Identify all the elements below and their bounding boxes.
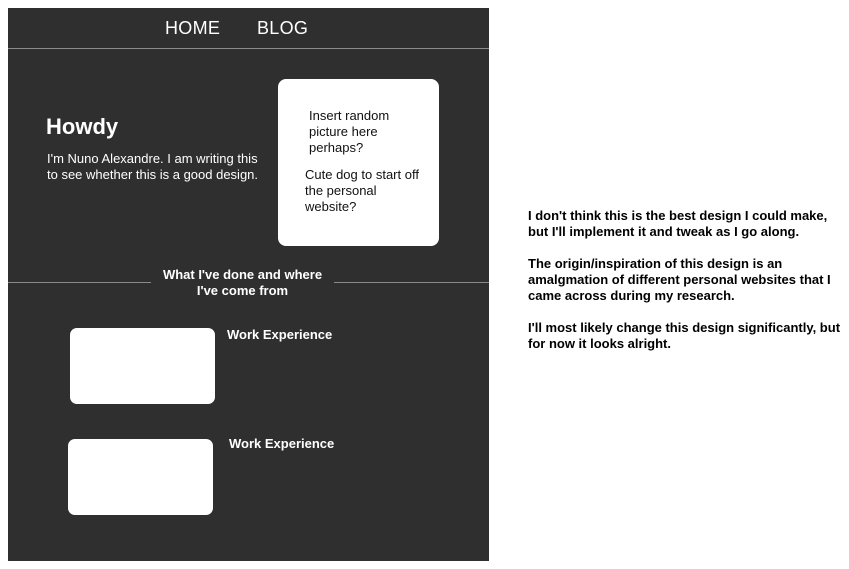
photo-note: Insert random picture here perhaps?	[309, 108, 390, 155]
work-experience-label: Work Experience	[227, 327, 333, 342]
hero-intro: I'm Nuno Alexandre. I am writing this to…	[47, 151, 259, 182]
work-experience-label: Work Experience	[229, 436, 335, 451]
work-experience-image	[68, 439, 213, 515]
section-divider-left	[8, 282, 151, 283]
section-divider-right	[334, 282, 489, 283]
nav-blog-link[interactable]: BLOG	[257, 18, 308, 38]
website-mockup: HOME BLOG Howdy I'm Nuno Alexandre. I am…	[8, 8, 489, 561]
design-note: I'll most likely change this design sign…	[528, 320, 841, 351]
experience-heading: What I've done and where I've come from	[162, 267, 323, 298]
work-experience-image	[70, 328, 215, 404]
design-notes: I don't think this is the best design I …	[528, 208, 843, 368]
hero-heading: Howdy	[46, 114, 119, 139]
photo-note: Cute dog to start off the personal websi…	[305, 167, 419, 214]
photo-placeholder: Insert random picture here perhaps? Cute…	[278, 79, 439, 246]
design-note: The origin/inspiration of this design is…	[528, 256, 831, 303]
nav-bar: HOME BLOG	[8, 8, 489, 49]
nav-home-link[interactable]: HOME	[165, 18, 220, 38]
design-note: I don't think this is the best design I …	[528, 208, 828, 239]
